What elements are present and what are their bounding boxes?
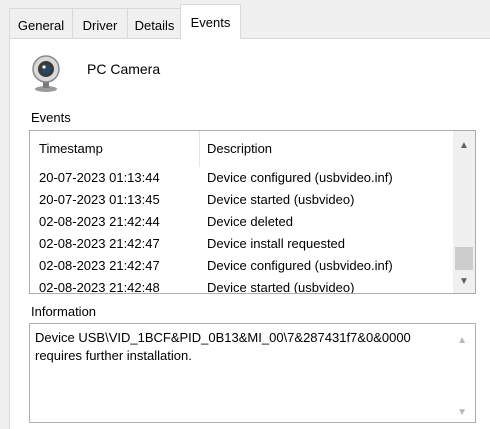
tab-general[interactable]: General [9,8,73,38]
events-list[interactable]: Timestamp Description 20-07-2023 01:13:4… [29,130,476,294]
events-scrollbar[interactable]: ▲ ▼ [453,131,475,293]
row-timestamp: 02-08-2023 21:42:47 [39,236,160,251]
information-textbox[interactable]: Device USB\VID_1BCF&PID_0B13&MI_00\7&287… [29,323,476,423]
tab-details[interactable]: Details [127,8,182,38]
events-section-label: Events [31,110,71,125]
row-timestamp: 20-07-2023 01:13:44 [39,170,160,185]
tab-events[interactable]: Events [180,4,241,39]
scroll-up-icon[interactable]: ▲ [457,335,467,346]
column-header-timestamp[interactable]: Timestamp [39,131,103,167]
row-description: Device started (usbvideo) [207,192,355,207]
table-row[interactable]: 02-08-2023 21:42:47 Device configured (u… [30,255,450,277]
row-timestamp: 02-08-2023 21:42:48 [39,280,160,294]
table-row[interactable]: 20-07-2023 01:13:45 Device started (usbv… [30,189,450,211]
tab-strip: General Driver Details Events [0,0,490,39]
row-description: Device configured (usbvideo.inf) [207,258,393,273]
row-timestamp: 20-07-2023 01:13:45 [39,192,160,207]
row-description: Device deleted [207,214,293,229]
tab-events-label: Events [190,15,231,30]
table-row[interactable]: 02-08-2023 21:42:44 Device deleted [30,211,450,233]
scroll-up-icon[interactable]: ▲ [453,140,475,151]
information-text: Device USB\VID_1BCF&PID_0B13&MI_00\7&287… [35,330,411,363]
tab-general-label: General [17,18,65,33]
table-row[interactable]: 02-08-2023 21:42:47 Device install reque… [30,233,450,255]
row-description: Device started (usbvideo) [207,280,355,294]
device-name: PC Camera [87,61,161,77]
information-section-label: Information [31,304,97,319]
scrollbar-thumb[interactable] [455,247,473,270]
row-description: Device configured (usbvideo.inf) [207,170,393,185]
column-header-description[interactable]: Description [207,131,272,167]
row-timestamp: 02-08-2023 21:42:44 [39,214,160,229]
webcam-icon [28,53,64,96]
table-row[interactable]: 02-08-2023 21:42:48 Device started (usbv… [30,277,450,294]
tab-driver[interactable]: Driver [72,8,128,38]
row-timestamp: 02-08-2023 21:42:47 [39,258,160,273]
scroll-down-icon[interactable]: ▼ [453,276,475,287]
tab-details-label: Details [134,18,175,33]
window-left-edge [0,38,9,429]
column-divider[interactable] [199,131,200,167]
row-description: Device install requested [207,236,346,251]
tab-driver-label: Driver [82,18,118,33]
table-row[interactable]: 20-07-2023 01:13:44 Device configured (u… [30,167,450,189]
scroll-down-icon[interactable]: ▼ [457,407,467,418]
